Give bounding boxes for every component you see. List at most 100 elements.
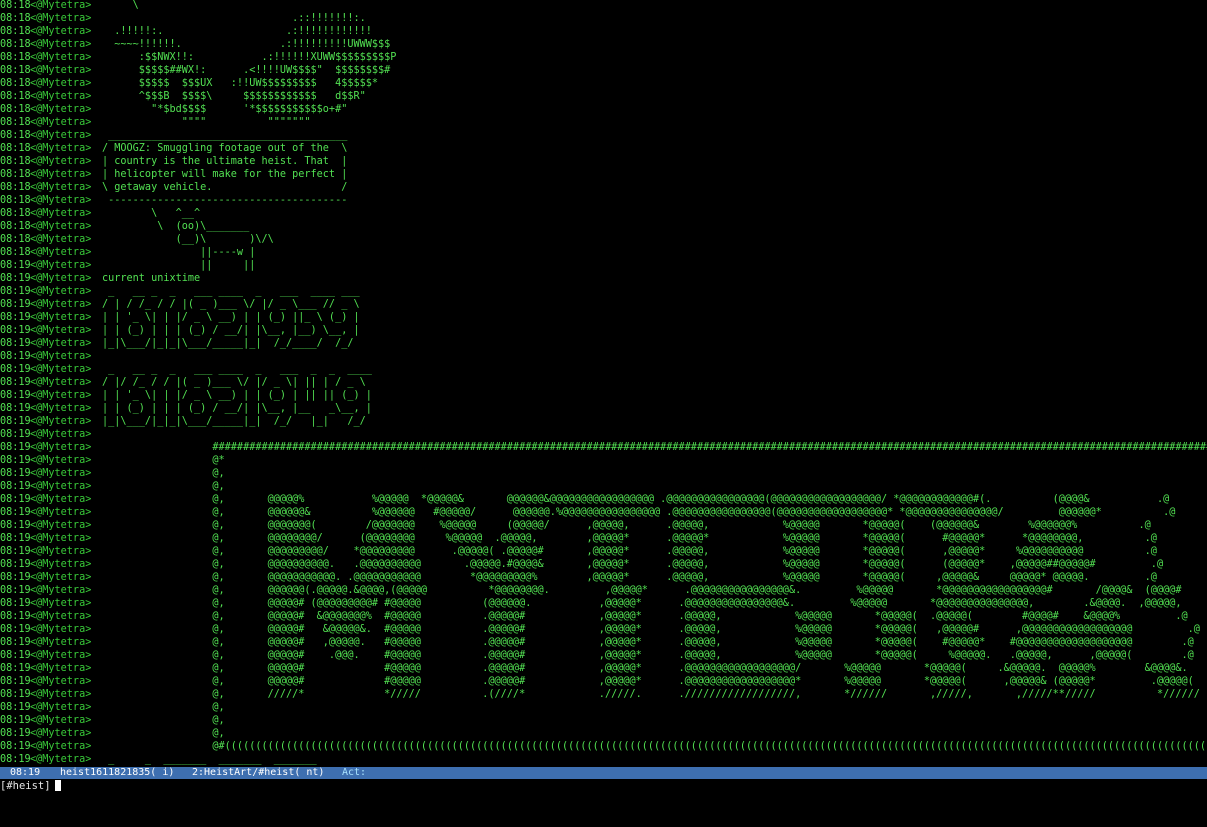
channel-log: 08:18 <@Mytetra> \ 08:18 <@Mytetra> .::!!!!… — [0, 0, 1207, 767]
log-line: 08:18 <@Mytetra> \ (oo)\_______ — [0, 220, 1207, 233]
log-nick: <@Mytetra> — [30, 39, 92, 50]
log-line: 08:19 <@Mytetra> @, @@@@@@@@/ (@@@@@@@@ %… — [0, 532, 1207, 545]
log-line: 08:19 <@Mytetra> @, /////* *///// .(////*… — [0, 688, 1207, 701]
log-message: $$$$$ $$$UX :!!UW$$$$$$$$$ 4$$$$$* — [102, 78, 379, 89]
log-timestamp: 08:18 — [0, 156, 31, 167]
log-message: @, .@ — [102, 715, 1207, 726]
log-timestamp: 08:18 — [0, 78, 31, 89]
log-nick: <@Mytetra> — [30, 169, 92, 180]
status-window[interactable]: 2:HeistArt/#heist( nt) — [192, 767, 324, 779]
log-message: """" """"""" — [102, 117, 311, 128]
log-line: 08:18 <@Mytetra> "*$bd$$$$ '*$$$$$$$$$$$o… — [0, 103, 1207, 116]
log-line: 08:19 <@Mytetra> || || — [0, 259, 1207, 272]
log-line: 08:19 <@Mytetra> | | (_) | | | (_) / __/| … — [0, 402, 1207, 415]
log-nick: <@Mytetra> — [30, 130, 92, 141]
log-timestamp: 08:19 — [0, 390, 31, 401]
log-line: 08:18 <@Mytetra> ________________________… — [0, 129, 1207, 142]
log-message: | | (_) | | | (_) / __/| |\__, |__ _\__,… — [102, 403, 372, 414]
log-line: 08:18 <@Mytetra> ------------------------… — [0, 194, 1207, 207]
log-message: @, @@@@@@@@@@. .@@@@@@@@@@ .@@@@@.#@@@@&… — [102, 559, 1164, 570]
log-line: 08:19 <@Mytetra> @, @@@@@# .@@@. #@@@@@ .… — [0, 649, 1207, 662]
log-nick: <@Mytetra> — [30, 754, 92, 765]
log-nick: <@Mytetra> — [30, 429, 92, 440]
log-timestamp: 08:18 — [0, 169, 31, 180]
log-timestamp: 08:19 — [0, 754, 31, 765]
log-line: 08:19 <@Mytetra> — [0, 350, 1207, 363]
log-line: 08:18 <@Mytetra> \ getaway vehicle. / — [0, 181, 1207, 194]
log-message: ^$$$B $$$$\ $$$$$$$$$$$$ d$$R" — [102, 91, 366, 102]
log-nick: <@Mytetra> — [30, 416, 92, 427]
log-message: @, @@@@@# .@@@. #@@@@@ .@@@@@# ,@@@@@* .… — [102, 650, 1194, 661]
log-timestamp: 08:19 — [0, 546, 31, 557]
log-timestamp: 08:19 — [0, 689, 31, 700]
log-nick: <@Mytetra> — [30, 507, 92, 518]
log-timestamp: 08:18 — [0, 130, 31, 141]
log-message: "*$bd$$$$ '*$$$$$$$$$$$o+#" — [102, 104, 348, 115]
log-nick: <@Mytetra> — [30, 312, 92, 323]
log-line: 08:19 <@Mytetra> @, .@ — [0, 701, 1207, 714]
log-line: 08:18 <@Mytetra> ||----w | — [0, 246, 1207, 259]
log-timestamp: 08:19 — [0, 455, 31, 466]
log-message: | country is the ultimate heist. That | — [102, 156, 348, 167]
log-message: @, @@@@@# &@@@@@@@% #@@@@@ .@@@@@# ,@@@@… — [102, 611, 1188, 622]
log-message: / MOOGZ: Smuggling footage out of the \ — [102, 143, 348, 154]
log-timestamp: 08:19 — [0, 429, 31, 440]
log-timestamp: 08:18 — [0, 65, 31, 76]
log-line: 08:18 <@Mytetra> ^$$$B $$$$\ $$$$$$$$$$$$… — [0, 90, 1207, 103]
log-timestamp: 08:19 — [0, 364, 31, 375]
log-timestamp: 08:19 — [0, 650, 31, 661]
log-timestamp: 08:18 — [0, 221, 31, 232]
log-timestamp: 08:19 — [0, 494, 31, 505]
log-message: @, /////* *///// .(////* ./////. .//////… — [102, 689, 1207, 700]
input-line[interactable]: [#heist] — [0, 779, 1207, 793]
log-nick: <@Mytetra> — [30, 247, 92, 258]
log-nick: <@Mytetra> — [30, 468, 92, 479]
log-nick: <@Mytetra> — [30, 104, 92, 115]
log-message: _______________________________________ — [102, 130, 348, 141]
log-nick: <@Mytetra> — [30, 559, 92, 570]
log-timestamp: 08:19 — [0, 338, 31, 349]
log-timestamp: 08:19 — [0, 312, 31, 323]
log-line: 08:19 <@Mytetra> current unixtime — [0, 272, 1207, 285]
log-line: 08:18 <@Mytetra> :$$NWX!!: .:!!!!!!XUWW$$… — [0, 51, 1207, 64]
log-timestamp: 08:19 — [0, 468, 31, 479]
log-nick: <@Mytetra> — [30, 260, 92, 271]
log-message: | helicopter will make for the perfect | — [102, 169, 348, 180]
log-timestamp: 08:18 — [0, 182, 31, 193]
log-nick: <@Mytetra> — [30, 234, 92, 245]
log-nick: <@Mytetra> — [30, 520, 92, 531]
log-message: $$$$$##WX!: .<!!!!UW$$$$" $$$$$$$$# — [102, 65, 391, 76]
log-timestamp: 08:19 — [0, 585, 31, 596]
log-nick: <@Mytetra> — [30, 689, 92, 700]
log-nick: <@Mytetra> — [30, 195, 92, 206]
log-nick: <@Mytetra> — [30, 299, 92, 310]
log-line: 08:19 <@Mytetra> @, .@ — [0, 467, 1207, 480]
log-line: 08:19 <@Mytetra> @, @@@@@@@@@/ *@@@@@@@@@… — [0, 545, 1207, 558]
log-message: .::!!!!!!!:. — [102, 13, 366, 24]
log-nick: <@Mytetra> — [30, 585, 92, 596]
log-nick: <@Mytetra> — [30, 741, 92, 752]
log-line: 08:19 <@Mytetra> @, @@@@@# #@@@@@ .@@@@@#… — [0, 662, 1207, 675]
log-timestamp: 08:19 — [0, 286, 31, 297]
log-message: @#((((((((((((((((((((((((((((((((((((((… — [102, 741, 1207, 752]
log-nick: <@Mytetra> — [30, 598, 92, 609]
log-message: @, @@@@@# &@@@@@&. #@@@@@ .@@@@@# ,@@@@@… — [102, 624, 1200, 635]
log-nick: <@Mytetra> — [30, 208, 92, 219]
log-message: _ _ _______ _______ _______ — [102, 754, 317, 765]
log-nick: <@Mytetra> — [30, 611, 92, 622]
log-nick: <@Mytetra> — [30, 663, 92, 674]
log-message: ########################################… — [102, 442, 1207, 453]
log-nick: <@Mytetra> — [30, 650, 92, 661]
log-line: 08:19 <@Mytetra> | | '_ \| | |/ _ \ __) | … — [0, 389, 1207, 402]
log-timestamp: 08:19 — [0, 598, 31, 609]
log-message: @, .@ — [102, 728, 1207, 739]
log-nick: <@Mytetra> — [30, 26, 92, 37]
log-line: 08:19 <@Mytetra> @, .@ — [0, 480, 1207, 493]
log-nick: <@Mytetra> — [30, 637, 92, 648]
log-message: @, @@@@@@@@@/ *@@@@@@@@@ .@@@@@( .@@@@@#… — [102, 546, 1157, 557]
log-message: \ (oo)\_______ — [102, 221, 250, 232]
log-line: 08:18 <@Mytetra> | country is the ultimate… — [0, 155, 1207, 168]
log-nick: <@Mytetra> — [30, 377, 92, 388]
log-message: | | '_ \| | |/ _ \ __) | | (_) | || || (… — [102, 390, 372, 401]
log-timestamp: 08:18 — [0, 104, 31, 115]
